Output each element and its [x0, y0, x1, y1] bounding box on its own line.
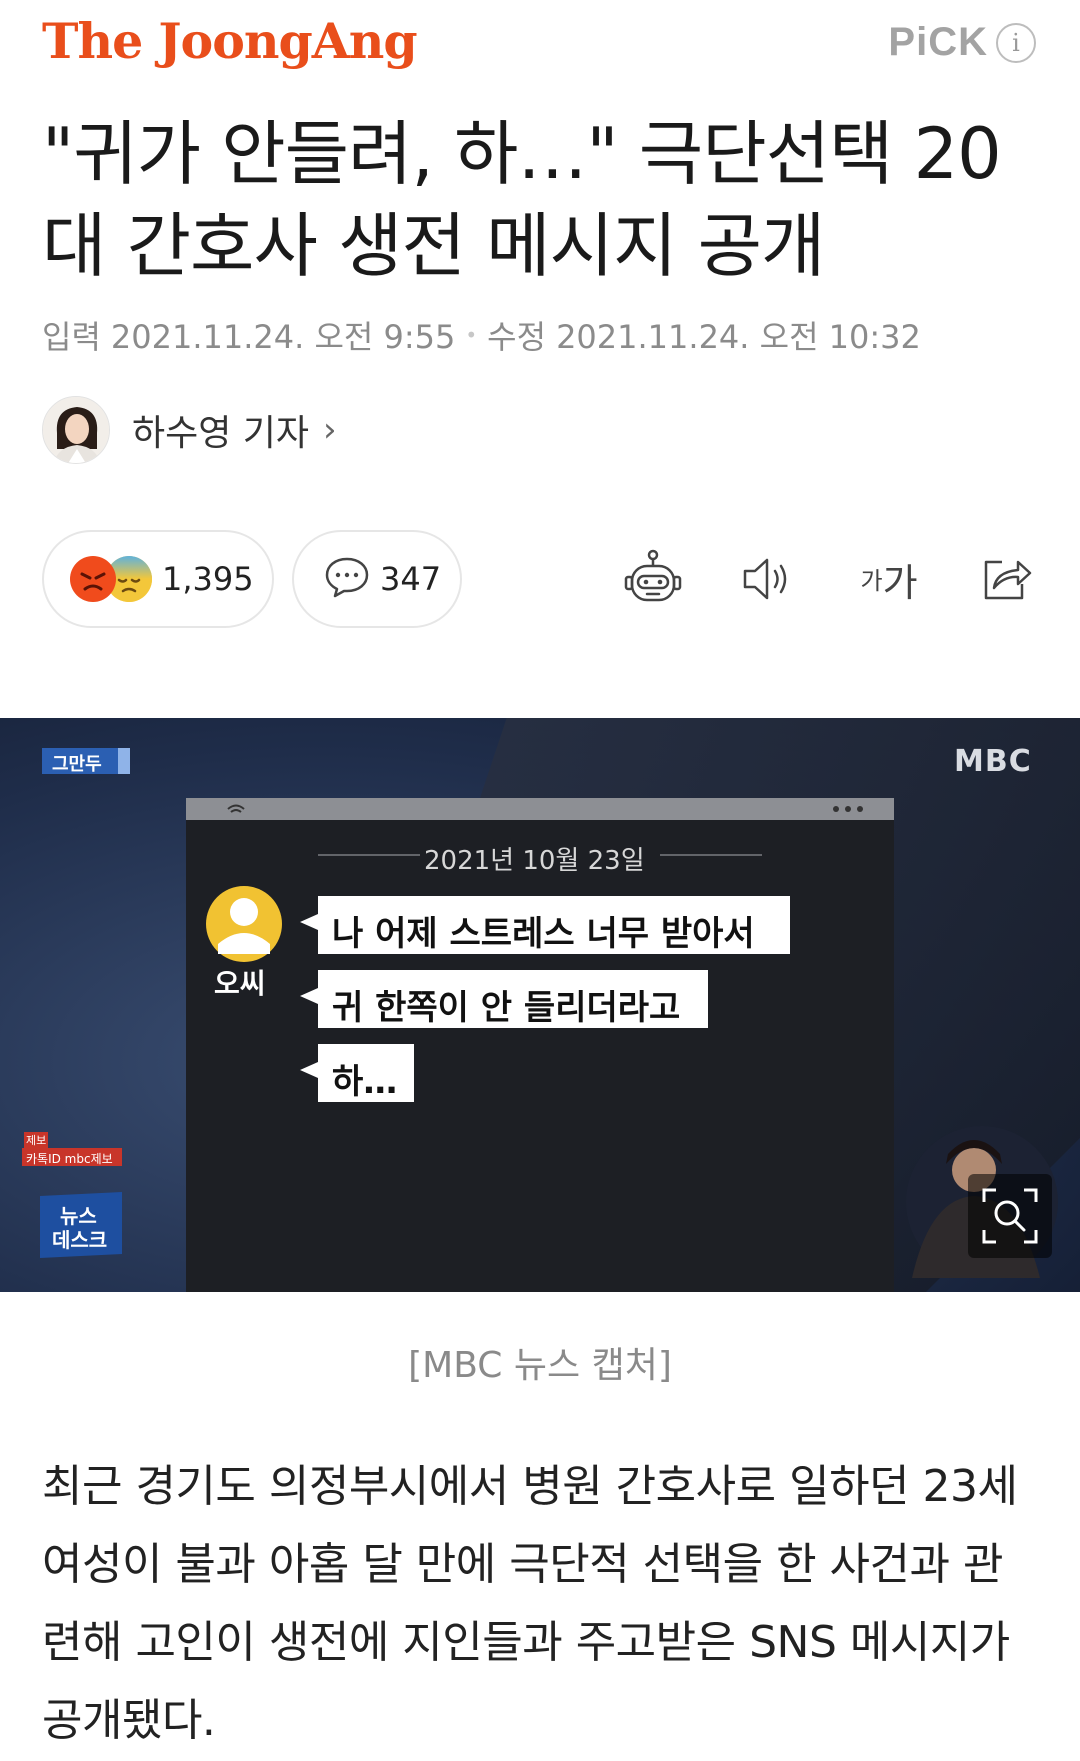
- image-caption: [MBC 뉴스 캡처]: [408, 1345, 672, 1386]
- modified-date: 2021.11.24. 오전 10:32: [556, 318, 921, 356]
- author-row[interactable]: 하수영 기자 ›: [42, 396, 337, 464]
- reactions-count: 1,395: [162, 560, 254, 598]
- chat-message: 하…: [332, 1062, 398, 1102]
- chat-message: 귀 한쪽이 안 들리더라고: [332, 988, 681, 1028]
- site-logo[interactable]: The JoongAng: [42, 12, 418, 70]
- report-line: 카톡ID mbc제보: [26, 1152, 113, 1166]
- chat-sender: 오씨: [214, 967, 266, 1000]
- font-size-small-label: 가: [860, 567, 883, 595]
- input-date: 2021.11.24. 오전 9:55: [110, 318, 456, 356]
- article-image[interactable]: 그만두 MBC 2021년 10월 23일 오씨 나 어제 스트레스 너무 받아…: [0, 718, 1080, 1292]
- article-body: 최근 경기도 의정부시에서 병원 간호사로 일하던 23세 여성이 불과 아홉 …: [42, 1461, 1018, 1746]
- info-icon[interactable]: i: [996, 22, 1036, 63]
- comments-button[interactable]: 347: [292, 530, 462, 628]
- font-size-large-label: 가: [882, 560, 918, 605]
- pick-label: PiCK: [888, 20, 988, 64]
- zoom-button[interactable]: [968, 1174, 1052, 1258]
- comments-count: 347: [380, 560, 442, 598]
- share-button[interactable]: [972, 544, 1042, 614]
- modified-label: 수정: [487, 318, 547, 356]
- share-icon: [984, 560, 1032, 600]
- chevron-right-icon: ›: [323, 410, 337, 450]
- chat-date: 2021년 10월 23일: [424, 846, 645, 876]
- robot-icon: [624, 549, 682, 602]
- listen-button[interactable]: [732, 544, 802, 614]
- input-label: 입력: [42, 318, 101, 356]
- pick-badge[interactable]: PiCK i: [888, 20, 1036, 65]
- article-title: "귀가 안들려, 하…" 극단선택 20대 간호사 생전 메시지 공개: [42, 113, 1002, 287]
- action-bar: 1,395 347 가 가: [42, 530, 1042, 630]
- reactions-button[interactable]: 1,395: [42, 530, 274, 628]
- corner-badge: 그만두: [52, 754, 102, 775]
- author-avatar: [42, 396, 110, 464]
- report-tag: 제보: [24, 1132, 49, 1148]
- comment-icon: [324, 555, 370, 603]
- font-size-button[interactable]: 가 가: [844, 544, 934, 614]
- speaker-icon: [743, 558, 787, 600]
- top-bar: The JoongAng PiCK i: [0, 0, 1080, 100]
- show-logo-line2: 데스크: [52, 1228, 108, 1252]
- separator-dot: •: [465, 323, 478, 347]
- angry-emoji-icon: [70, 556, 116, 602]
- zoom-icon: [982, 1188, 1038, 1244]
- dateline: 입력 2021.11.24. 오전 9:55 • 수정 2021.11.24. …: [42, 312, 921, 358]
- broadcaster-logo: MBC: [954, 744, 1032, 779]
- summary-bot-button[interactable]: [618, 544, 688, 614]
- author-name[interactable]: 하수영 기자: [132, 404, 309, 456]
- chat-message: 나 어제 스트레스 너무 받아서: [332, 914, 755, 954]
